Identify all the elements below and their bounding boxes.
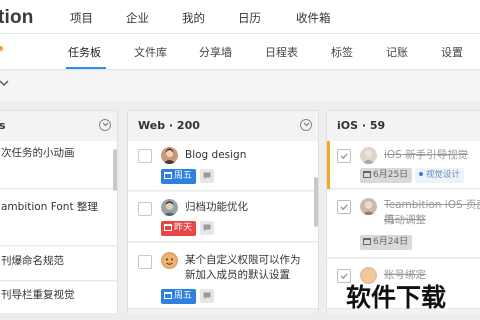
- task-card[interactable]: 某个自定义权限可以作为 新加入成员的默认设置 周五: [128, 243, 318, 309]
- column-header: Web · 200: [128, 111, 318, 141]
- tab-settings[interactable]: 设置: [441, 44, 463, 60]
- avatar: [360, 198, 377, 215]
- column-scrollbar[interactable]: [314, 177, 318, 227]
- task-checkbox[interactable]: [138, 255, 152, 269]
- comment-icon[interactable]: [200, 169, 214, 183]
- tab-share-wall[interactable]: 分享墙: [199, 44, 232, 60]
- task-card[interactable]: Teambition iOS 页面再 搞动调整 6月24日: [327, 190, 480, 258]
- calendar-icon: [363, 171, 371, 178]
- task-checkbox[interactable]: [337, 200, 351, 214]
- app-logo[interactable]: tion: [0, 7, 34, 29]
- column-menu-icon[interactable]: [99, 119, 111, 131]
- task-checkbox[interactable]: [138, 202, 152, 216]
- task-card[interactable]: 刊爆命名规范: [0, 247, 117, 281]
- task-title: 刊导栏重复视觉: [1, 289, 75, 301]
- board-toolbar: [0, 71, 480, 101]
- comment-icon[interactable]: [200, 289, 214, 303]
- task-title: 次任务的小动画: [1, 147, 75, 159]
- due-date-badge[interactable]: 周五: [161, 289, 197, 304]
- calendar-icon: [164, 172, 172, 179]
- priority-bar: [327, 141, 330, 189]
- nav-mine[interactable]: 我的: [182, 10, 205, 26]
- task-card[interactable]: ambition Font 整理: [0, 190, 117, 246]
- task-title: 某个自定义权限可以作为: [185, 254, 301, 266]
- stage-column: s 次任务的小动画 ambition Font 整理 刊爆命名规范 刊导栏重复视…: [0, 110, 118, 320]
- tag-chip[interactable]: 视觉设计: [415, 168, 465, 183]
- due-date-badge[interactable]: 周五: [161, 169, 197, 184]
- tab-files[interactable]: 文件库: [134, 44, 167, 60]
- avatar: [360, 147, 377, 164]
- task-checkbox[interactable]: [138, 149, 152, 163]
- bottom-strip: [0, 313, 480, 320]
- comment-icon[interactable]: [200, 221, 214, 235]
- task-card[interactable]: 归档功能优化 昨天: [128, 192, 318, 242]
- task-title: Blog design: [185, 149, 247, 161]
- nav-inbox[interactable]: 收件箱: [296, 10, 331, 26]
- task-title-line2: 新加入成员的默认设置: [185, 269, 290, 281]
- tag-dot: [419, 172, 423, 176]
- calendar-icon: [164, 292, 172, 299]
- tab-tags[interactable]: 标签: [331, 44, 353, 60]
- calendar-icon: [363, 238, 371, 245]
- column-menu-icon[interactable]: [300, 119, 312, 131]
- nav-projects[interactable]: 项目: [70, 10, 93, 26]
- avatar: [161, 147, 178, 164]
- watermark: 软件下载: [346, 283, 447, 312]
- column-title: Web · 200: [138, 119, 200, 132]
- task-title: iOS 新手引导视觉: [384, 149, 469, 161]
- column-header: s: [0, 111, 117, 141]
- tab-accounting[interactable]: 记账: [386, 44, 408, 60]
- avatar: [161, 252, 178, 269]
- task-checkbox[interactable]: [337, 149, 351, 163]
- column-title: s: [0, 119, 6, 132]
- chevron-down-icon[interactable]: [0, 79, 9, 87]
- due-date-badge[interactable]: 昨天: [161, 221, 197, 236]
- due-date-badge[interactable]: 6月25日: [360, 168, 413, 183]
- column-header: iOS · 59: [327, 111, 480, 141]
- column-title: iOS · 59: [337, 119, 386, 132]
- tab-schedule[interactable]: 日程表: [265, 44, 298, 60]
- task-card[interactable]: Blog design 周五: [128, 141, 318, 191]
- task-title-line2: 搞动调整: [384, 214, 426, 226]
- column-scrollbar[interactable]: [113, 149, 117, 191]
- task-card[interactable]: 次任务的小动画: [0, 141, 117, 189]
- project-tabs: 任务板 文件库 分享墙 日程表 标签 记账 设置: [0, 34, 480, 70]
- top-nav: tion 项目 企业 我的 日历 收件箱: [0, 0, 480, 34]
- active-tab-indicator: [66, 67, 106, 69]
- due-date-badge[interactable]: 6月24日: [360, 235, 413, 250]
- calendar-icon: [164, 224, 172, 231]
- tab-taskboard[interactable]: 任务板: [68, 44, 101, 60]
- avatar: [161, 199, 178, 216]
- task-title: 归档功能优化: [185, 201, 248, 213]
- task-card[interactable]: iOS 新手引导视觉 6月25日 视觉设计: [327, 141, 480, 189]
- task-title: 刊爆命名规范: [1, 255, 64, 267]
- nav-enterprise[interactable]: 企业: [126, 10, 149, 26]
- stage-column-web: Web · 200 Blog design 周五 归档功能优化 昨天 某个自定义…: [127, 110, 319, 320]
- nav-calendar[interactable]: 日历: [238, 10, 261, 26]
- task-title: ambition Font 整理: [1, 201, 98, 213]
